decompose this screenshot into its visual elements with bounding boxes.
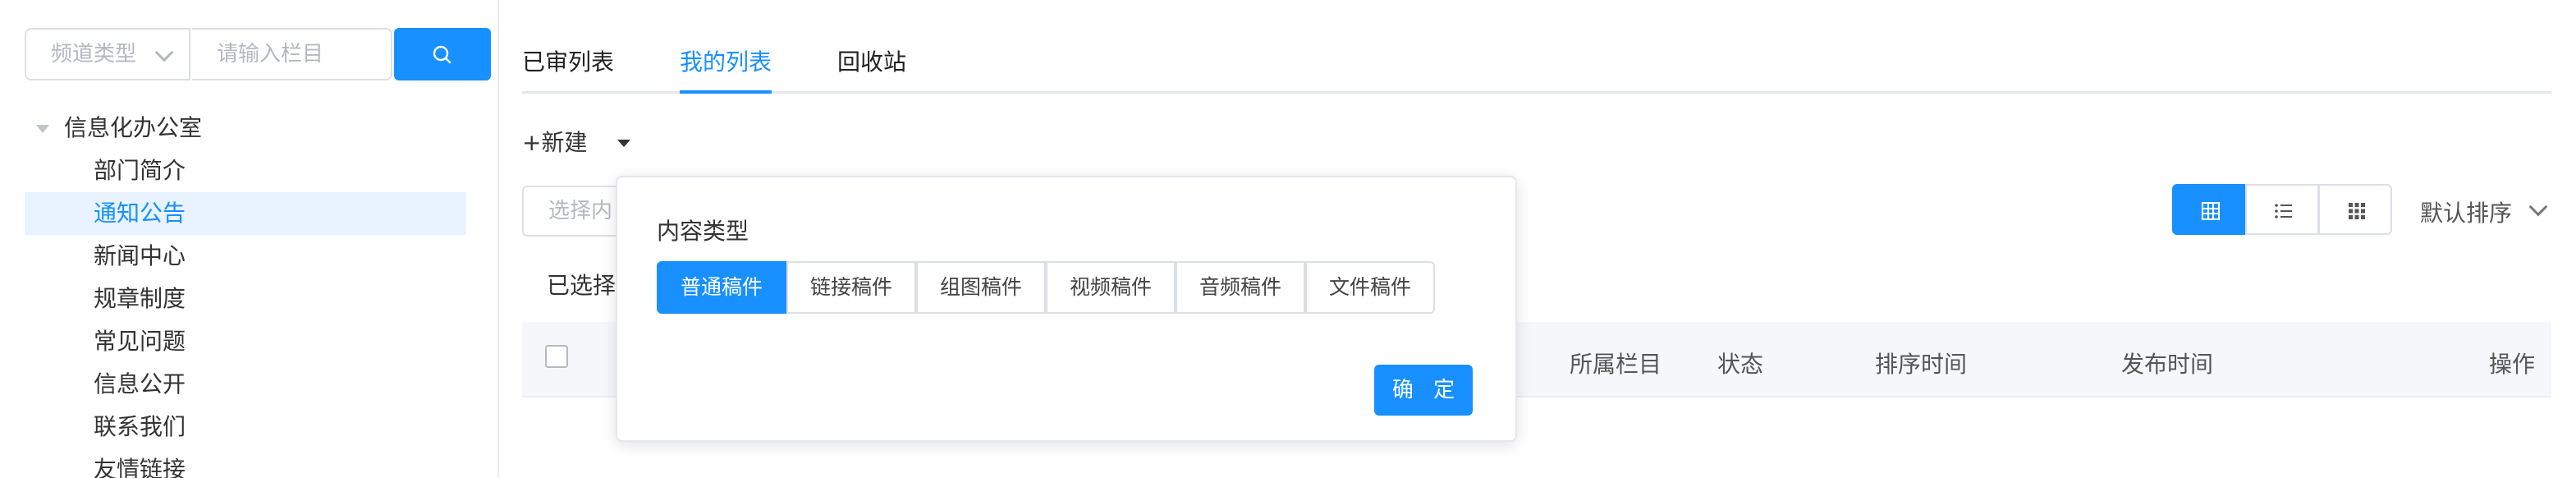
header-status: 状态	[1717, 351, 1764, 378]
new-button[interactable]: +新建	[522, 125, 587, 161]
content-type-select[interactable]: 选择内	[522, 186, 629, 237]
tree-item[interactable]: 友情链接	[25, 448, 466, 478]
tree-item[interactable]: 部门简介	[25, 149, 466, 192]
tab-recycle-bin[interactable]: 回收站	[837, 44, 906, 94]
channel-type-select[interactable]: 频道类型	[25, 28, 190, 80]
sort-dropdown[interactable]: 默认排序	[2420, 195, 2512, 228]
header-column: 所属栏目	[1570, 351, 1662, 378]
content-type-placeholder: 选择内	[548, 199, 613, 223]
tree-root-node[interactable]: 信息化办公室	[25, 107, 466, 149]
type-normal-button[interactable]: 普通稿件	[657, 261, 786, 314]
apps-view-icon	[2349, 203, 2365, 219]
search-button[interactable]	[394, 28, 491, 80]
apps-view-button[interactable]	[2318, 184, 2392, 235]
select-all-checkbox[interactable]	[545, 345, 568, 368]
tree-item[interactable]: 联系我们	[25, 406, 466, 448]
type-gallery-button[interactable]: 组图稿件	[916, 261, 1046, 314]
list-view-icon	[2275, 204, 2292, 218]
grid-view-icon	[2202, 202, 2220, 220]
tab-my-list[interactable]: 我的列表	[680, 44, 772, 94]
content-type-popup: 内容类型 普通稿件 链接稿件 组图稿件 视频稿件 音频稿件 文件稿件 确 定	[616, 176, 1517, 442]
column-tree: 信息化办公室 部门简介 通知公告 新闻中心 规章制度 常见问题 信息公开 联系我们 友情链接	[25, 107, 466, 478]
tab-bar: 已审列表 我的列表 回收站	[522, 0, 2551, 94]
tree-item[interactable]: 通知公告	[25, 192, 466, 235]
grid-view-button[interactable]	[2172, 184, 2246, 235]
type-video-button[interactable]: 视频稿件	[1046, 261, 1176, 314]
caret-down-icon[interactable]	[617, 140, 630, 147]
popup-title: 内容类型	[657, 218, 749, 245]
chevron-down-icon	[154, 43, 174, 62]
tree-root-label: 信息化办公室	[64, 114, 203, 141]
column-search-placeholder: 请输入栏目	[217, 42, 324, 67]
search-icon	[433, 45, 451, 64]
header-sort-time: 排序时间	[1875, 351, 1968, 378]
channel-type-placeholder: 频道类型	[51, 42, 137, 67]
type-link-button[interactable]: 链接稿件	[786, 261, 916, 314]
header-publish-time: 发布时间	[2121, 351, 2214, 378]
tree-item[interactable]: 常见问题	[25, 320, 466, 363]
chevron-down-icon[interactable]	[2528, 197, 2548, 217]
type-file-button[interactable]: 文件稿件	[1305, 261, 1435, 314]
view-mode-group	[2172, 184, 2395, 235]
caret-down-icon[interactable]	[36, 125, 49, 133]
tab-reviewed-list[interactable]: 已审列表	[522, 44, 614, 94]
header-actions: 操作	[2489, 351, 2536, 378]
type-audio-button[interactable]: 音频稿件	[1176, 261, 1305, 314]
selected-count-label: 已选择	[547, 272, 616, 299]
tree-item[interactable]: 新闻中心	[25, 235, 466, 278]
confirm-button[interactable]: 确 定	[1374, 365, 1473, 416]
list-view-button[interactable]	[2245, 184, 2319, 235]
tree-item[interactable]: 信息公开	[25, 363, 466, 406]
sidebar: 频道类型 请输入栏目 信息化办公室 部门简介 通知公告 新闻中心 规章制度 常见问题 信息…	[0, 0, 499, 478]
sidebar-filter-row: 频道类型 请输入栏目	[25, 28, 491, 80]
column-search-input[interactable]: 请输入栏目	[192, 28, 392, 80]
tree-item[interactable]: 规章制度	[25, 278, 466, 320]
